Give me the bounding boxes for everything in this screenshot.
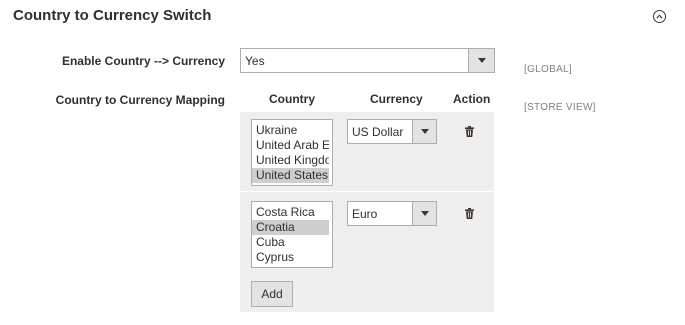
- currency-select[interactable]: Euro: [347, 201, 437, 226]
- chevron-down-icon: [477, 58, 486, 63]
- country-option-selected[interactable]: United States: [252, 168, 329, 183]
- currency-select-value: US Dollar: [352, 125, 404, 139]
- enable-select[interactable]: Yes: [240, 48, 495, 73]
- country-option[interactable]: Cuba: [252, 235, 329, 250]
- delete-row-button[interactable]: [465, 126, 474, 137]
- country-option[interactable]: United Arab Em: [252, 138, 329, 153]
- country-option[interactable]: Costa Rica: [252, 205, 329, 220]
- row-divider: [240, 191, 494, 192]
- country-multiselect[interactable]: Ukraine United Arab Em United Kingdom Un…: [251, 119, 333, 186]
- collapse-toggle-button[interactable]: [653, 10, 666, 23]
- trash-icon: [465, 208, 474, 219]
- column-header-country: Country: [269, 92, 315, 106]
- mapping-scope-label: [STORE VIEW]: [524, 102, 596, 113]
- enable-scope-label: [GLOBAL]: [524, 64, 572, 75]
- enable-select-value: Yes: [245, 54, 265, 68]
- country-option[interactable]: Cyprus: [252, 250, 329, 265]
- column-header-action: Action: [453, 92, 491, 106]
- enable-field-label: Enable Country --> Currency: [61, 54, 225, 68]
- currency-select-arrow[interactable]: [412, 202, 436, 225]
- delete-row-button[interactable]: [465, 208, 474, 219]
- country-option-selected[interactable]: Croatia: [252, 220, 329, 235]
- country-multiselect[interactable]: Costa Rica Croatia Cuba Cyprus: [251, 201, 333, 268]
- mapping-field-label: Country to Currency Mapping: [55, 93, 225, 107]
- trash-icon: [465, 126, 474, 137]
- currency-select[interactable]: US Dollar: [347, 119, 437, 144]
- currency-select-arrow[interactable]: [412, 120, 436, 143]
- add-mapping-button[interactable]: Add: [251, 281, 293, 307]
- column-header-currency: Currency: [370, 92, 423, 106]
- chevron-down-icon: [420, 129, 429, 134]
- chevron-down-icon: [420, 211, 429, 216]
- section-title[interactable]: Country to Currency Switch: [13, 7, 211, 24]
- enable-select-arrow[interactable]: [468, 49, 494, 72]
- chevron-up-icon: [656, 14, 663, 19]
- currency-select-value: Euro: [352, 207, 378, 221]
- country-option[interactable]: United Kingdom: [252, 153, 329, 168]
- country-option[interactable]: Ukraine: [252, 123, 329, 138]
